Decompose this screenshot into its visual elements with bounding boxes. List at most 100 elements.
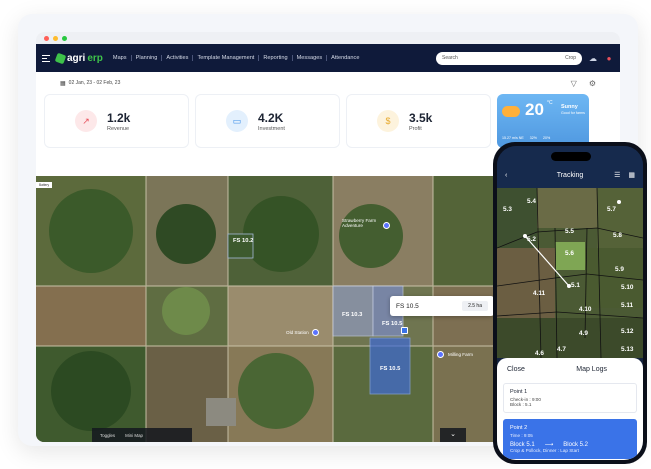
weather-unit: °C bbox=[547, 100, 553, 106]
log-point: Point 1 bbox=[510, 389, 528, 395]
block-label[interactable]: 5.7 bbox=[607, 206, 616, 213]
weather-status: Sunny bbox=[561, 104, 578, 110]
weather-icon[interactable]: ☁ bbox=[588, 53, 598, 63]
nav-item-planning[interactable]: Planning bbox=[132, 55, 163, 61]
screen: agri erp Maps Planning Activities Templat… bbox=[0, 0, 651, 469]
block-label[interactable]: 4.11 bbox=[533, 290, 545, 297]
field-label[interactable]: FS 10.2 bbox=[233, 238, 253, 244]
nav-item-attendance[interactable]: Attendance bbox=[327, 55, 363, 61]
block-label[interactable]: 5.1 bbox=[571, 282, 580, 289]
back-arrow-icon[interactable]: ‹ bbox=[505, 172, 507, 179]
close-window-button[interactable] bbox=[44, 35, 49, 41]
block-label[interactable]: 4.10 bbox=[579, 306, 591, 313]
block-label[interactable]: 4.9 bbox=[579, 330, 588, 337]
wallet-icon: ▭ bbox=[226, 110, 248, 132]
block-label[interactable]: 5.3 bbox=[503, 206, 512, 213]
location-pin-icon[interactable] bbox=[383, 222, 390, 229]
minimize-window-button[interactable] bbox=[53, 35, 58, 41]
sheet-title: Map Logs bbox=[576, 366, 607, 373]
weather-details: 15.27 m/s NE 32% 20% bbox=[502, 136, 550, 140]
notification-icon[interactable]: ● bbox=[604, 53, 614, 63]
log-movement: Block 5.1 ⟶ Block 5.2 bbox=[510, 441, 630, 449]
field-marker-icon[interactable] bbox=[401, 327, 408, 334]
window-titlebar bbox=[36, 32, 620, 44]
block-label[interactable]: 4.6 bbox=[535, 350, 544, 357]
main-menu: Maps Planning Activities Template Manage… bbox=[109, 55, 364, 61]
stat-card-revenue[interactable]: ↗ 1.2k Revenue bbox=[44, 94, 189, 148]
stat-value: 1.2k bbox=[107, 110, 131, 125]
field-popup[interactable]: FS 10.5 2.5 ha bbox=[390, 296, 494, 316]
sheet-header: Close Map Logs bbox=[497, 358, 643, 377]
block-label[interactable]: 4.7 bbox=[557, 346, 566, 353]
top-navbar: agri erp Maps Planning Activities Templat… bbox=[36, 44, 620, 72]
dollar-icon: $ bbox=[377, 110, 399, 132]
block-label[interactable]: 5.2 bbox=[527, 236, 536, 243]
weather-subtext: Good for farms bbox=[561, 111, 585, 115]
maximize-window-button[interactable] bbox=[62, 35, 67, 41]
weather-widget[interactable]: 20 °C Sunny Good for farms 15.27 m/s NE … bbox=[497, 94, 589, 148]
log-time: Time : 9:05 bbox=[510, 433, 533, 438]
tracking-map[interactable]: 5.3 5.4 5.7 5.2 5.5 5.8 5.6 5.9 4.11 5.1… bbox=[497, 187, 643, 359]
map-logs-sheet: Close Map Logs Point 1 Check-in : 9:00 B… bbox=[497, 358, 643, 460]
stat-label: Revenue bbox=[107, 125, 130, 132]
stat-card-profit[interactable]: $ 3.5k Profit bbox=[346, 94, 491, 148]
brand-prefix: agri bbox=[67, 52, 86, 64]
brand-logo[interactable]: agri erp bbox=[54, 52, 103, 64]
settings-sliders-icon[interactable]: ⚙ bbox=[589, 79, 596, 88]
search-filter-select[interactable]: Crop bbox=[565, 55, 576, 61]
stat-label: Investment bbox=[258, 125, 285, 132]
map-toggles-bar: Toggles Mini Map bbox=[92, 428, 192, 442]
calendar-icon[interactable]: ▦ bbox=[60, 80, 66, 87]
block-label[interactable]: 5.8 bbox=[613, 232, 622, 239]
stat-label: Profit bbox=[409, 125, 422, 132]
place-label: Milling Farm bbox=[448, 352, 474, 357]
block-label[interactable]: 5.6 bbox=[565, 250, 574, 257]
location-pin-icon[interactable] bbox=[312, 329, 319, 336]
nav-item-maps[interactable]: Maps bbox=[109, 55, 132, 61]
calendar-icon[interactable]: ▦ bbox=[628, 171, 635, 179]
weather-temp: 20 bbox=[525, 100, 544, 119]
filter-icon[interactable]: ▽ bbox=[571, 79, 577, 88]
log-entry-active[interactable]: Point 2 Time : 9:05 Block 5.1 ⟶ Block 5.… bbox=[503, 419, 637, 459]
block-label[interactable]: 5.11 bbox=[621, 302, 633, 309]
log-from-block: Block 5.1 bbox=[510, 441, 535, 448]
chevron-down-icon[interactable]: ⌄ bbox=[440, 428, 466, 442]
location-pin-icon[interactable] bbox=[437, 351, 444, 358]
field-label[interactable]: FS 10.5 bbox=[382, 321, 402, 327]
phone-screen: ‹ Tracking ☰ ▦ 5.3 5.4 5.7 5.2 5.5 5.8 5… bbox=[497, 146, 643, 460]
brand-suffix: erp bbox=[87, 52, 103, 64]
close-button[interactable]: Close bbox=[507, 366, 525, 373]
weather-wind: 15.27 m/s NE bbox=[502, 136, 524, 140]
block-label[interactable]: 5.4 bbox=[527, 198, 536, 205]
stat-card-investment[interactable]: ▭ 4.2K Investment bbox=[195, 94, 340, 148]
block-label[interactable]: 5.5 bbox=[565, 228, 574, 235]
search-input[interactable]: Search Crop bbox=[436, 51, 582, 65]
mini-map-toggle[interactable]: Mini Map bbox=[125, 433, 143, 438]
date-range-picker[interactable]: 02 Jan, 23 - 02 Feb, 23 bbox=[69, 80, 121, 86]
field-label[interactable]: FS 10.3 bbox=[342, 312, 362, 318]
nav-item-activities[interactable]: Activities bbox=[162, 55, 194, 61]
nav-item-reporting[interactable]: Reporting bbox=[259, 55, 293, 61]
menu-icon[interactable] bbox=[42, 54, 50, 62]
block-label[interactable]: 5.13 bbox=[621, 346, 633, 353]
weather-rain: 20% bbox=[542, 136, 551, 140]
search-placeholder: Search bbox=[442, 55, 458, 61]
log-to-block: Block 5.2 bbox=[563, 441, 588, 448]
toggles-button[interactable]: Toggles bbox=[100, 433, 115, 438]
map-attribution: Battery bbox=[36, 182, 53, 188]
block-label[interactable]: 5.12 bbox=[621, 328, 633, 335]
block-label[interactable]: 5.10 bbox=[621, 284, 633, 291]
popup-field-name: FS 10.5 bbox=[396, 302, 419, 310]
nav-item-messages[interactable]: Messages bbox=[293, 55, 328, 61]
log-note: Crop & Pollock, Dinner : Lap Start bbox=[510, 448, 579, 453]
filter-toolbar: ▦ 02 Jan, 23 - 02 Feb, 23 ▽ ⚙ bbox=[36, 72, 620, 94]
list-icon[interactable]: ☰ bbox=[614, 171, 620, 179]
nav-item-template-management[interactable]: Template Management bbox=[193, 55, 260, 61]
log-entry[interactable]: Point 1 Check-in : 9:00 Block : 5.1 bbox=[503, 383, 637, 413]
arrow-right-icon: ⟶ bbox=[544, 442, 554, 448]
block-label[interactable]: 5.9 bbox=[615, 266, 624, 273]
log-point: Point 2 bbox=[510, 425, 528, 431]
log-block: Block : 5.1 bbox=[510, 402, 532, 407]
field-label[interactable]: FS 10.5 bbox=[380, 366, 400, 372]
weather-humidity: 32% bbox=[529, 136, 537, 140]
